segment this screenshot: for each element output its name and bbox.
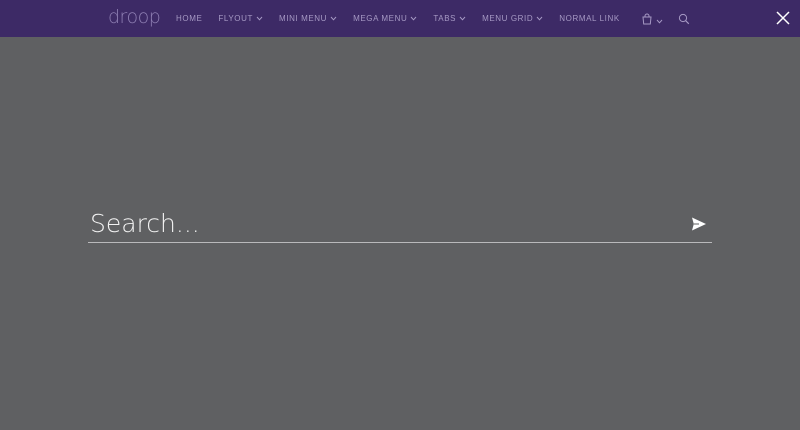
main-menu: HOME FLYOUT MINI MENU MEGA MENU TABS MEN…: [176, 0, 636, 37]
menu-item-flyout[interactable]: FLYOUT: [218, 14, 263, 23]
cart-dropdown[interactable]: [641, 12, 663, 30]
menu-item-mega-menu[interactable]: MEGA MENU: [353, 14, 417, 23]
menu-item-label: MEGA MENU: [353, 14, 408, 23]
menu-item-home[interactable]: HOME: [176, 14, 202, 23]
top-navbar: droop HOME FLYOUT MINI MENU MEGA MENU TA…: [0, 0, 800, 37]
chevron-down-icon: [536, 15, 543, 22]
menu-item-label: FLYOUT: [218, 14, 253, 23]
shopping-bag-icon: [641, 12, 653, 30]
menu-item-label: HOME: [176, 14, 203, 23]
menu-item-tabs[interactable]: TABS: [433, 14, 466, 23]
chevron-down-icon: [256, 15, 263, 22]
chevron-down-icon: [410, 15, 417, 22]
brand-logo[interactable]: droop: [108, 6, 161, 28]
chevron-down-icon: [656, 18, 663, 25]
search-overlay-form: [88, 205, 712, 243]
menu-item-label: MENU GRID: [482, 14, 534, 23]
chevron-down-icon: [330, 15, 337, 22]
menu-item-label: NORMAL LINK: [559, 14, 620, 23]
menu-item-label: TABS: [433, 14, 457, 23]
search-input[interactable]: [88, 205, 678, 242]
send-icon[interactable]: [691, 216, 707, 232]
menu-item-mini-menu[interactable]: MINI MENU: [279, 14, 337, 23]
search-icon[interactable]: [678, 12, 690, 30]
menu-item-normal-link[interactable]: NORMAL LINK: [559, 14, 620, 23]
menu-item-label: MINI MENU: [278, 14, 328, 23]
close-icon[interactable]: [775, 10, 791, 26]
menu-item-menu-grid[interactable]: MENU GRID: [482, 14, 543, 23]
chevron-down-icon: [459, 15, 466, 22]
